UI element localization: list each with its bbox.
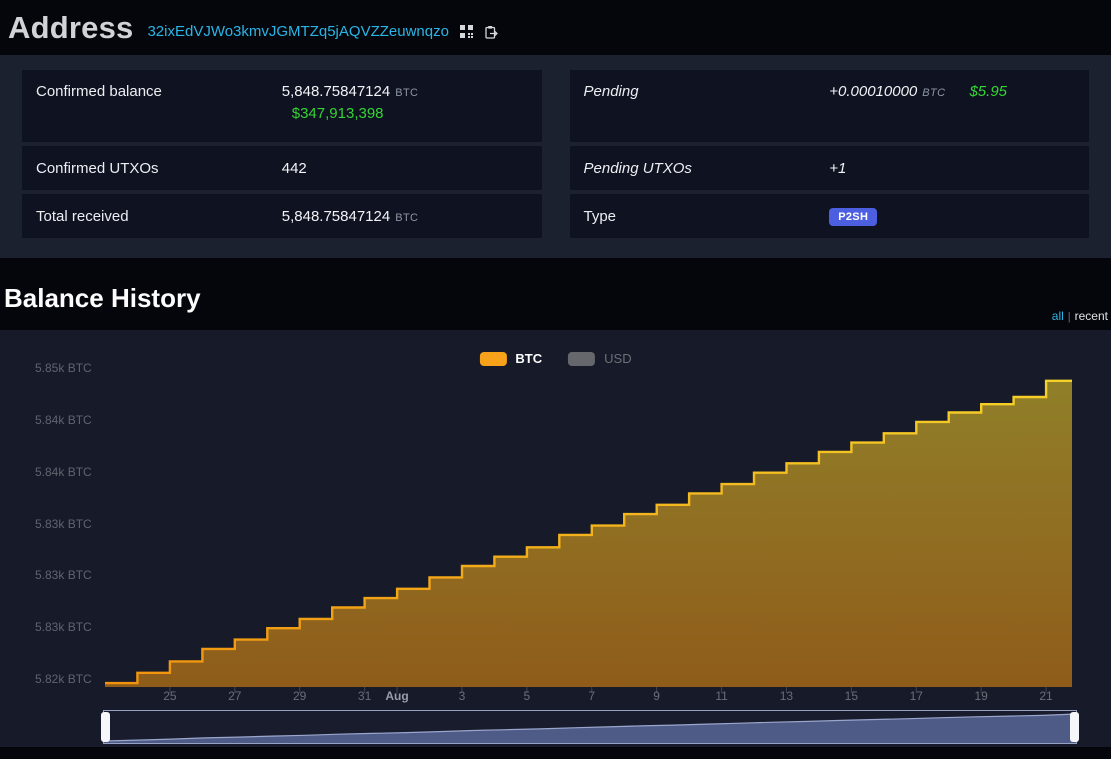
range-link-all[interactable]: all (1052, 309, 1064, 323)
row-value: +1 (829, 160, 1075, 177)
y-axis-label: 5.82k BTC (35, 672, 92, 686)
address-type-badge: P2SH (829, 208, 877, 226)
range-selector: all | recent (1052, 309, 1108, 323)
navigator-right-handle[interactable] (1070, 712, 1079, 742)
btc-unit: BTC (395, 212, 418, 224)
legend-swatch (479, 352, 506, 366)
y-axis-label: 5.83k BTC (35, 620, 92, 634)
row-value: 442 (282, 160, 528, 177)
usd-amount: $5.95 (969, 83, 1007, 100)
x-axis-label: 25 (163, 689, 176, 703)
usd-amount: $347,913,398 (282, 105, 528, 122)
table-row-pending-utxos: Pending UTXOs +1 (570, 146, 1090, 190)
row-label: Pending UTXOs (584, 160, 830, 177)
btc-amount: 5,848.75847124 (282, 83, 390, 100)
x-axis-label: 9 (653, 689, 660, 703)
table-row-pending: Pending +0.00010000 BTC $5.95 (570, 70, 1090, 142)
y-axis-label: 5.85k BTC (35, 361, 92, 375)
x-axis-label: 3 (459, 689, 466, 703)
table-row-confirmed-utxos: Confirmed UTXOs 442 (22, 146, 542, 190)
balance-area-chart[interactable] (0, 330, 1111, 747)
x-axis-label: 5 (524, 689, 531, 703)
row-label: Confirmed UTXOs (36, 160, 282, 177)
legend-swatch (568, 352, 595, 366)
table-row-confirmed-balance: Confirmed balance 5,848.75847124 BTC $347… (22, 70, 542, 142)
x-axis-label: 29 (293, 689, 306, 703)
y-axis-label: 5.83k BTC (35, 517, 92, 531)
btc-amount: 5,848.75847124 (282, 208, 390, 225)
x-axis-label: 19 (974, 689, 987, 703)
row-value: 5,848.75847124 BTC $347,913,398 (282, 83, 528, 122)
table-row-total-received: Total received 5,848.75847124 BTC (22, 194, 542, 238)
y-axis-label: 5.84k BTC (35, 413, 92, 427)
x-axis-label: 13 (780, 689, 793, 703)
legend-item-btc[interactable]: BTC (479, 351, 542, 366)
row-value: 5,848.75847124 BTC (282, 208, 528, 225)
legend-item-usd[interactable]: USD (568, 351, 631, 366)
btc-amount: +0.00010000 (829, 83, 917, 100)
section-title: Balance History (0, 258, 1111, 314)
x-axis-label: 11 (715, 689, 727, 703)
balance-history-header: Balance History all | recent (0, 258, 1111, 330)
navigator-left-handle[interactable] (101, 712, 110, 742)
address-overview: Confirmed balance 5,848.75847124 BTC $347… (0, 55, 1111, 258)
pending-table: Pending +0.00010000 BTC $5.95 Pending UTXO… (570, 70, 1090, 238)
utxo-count: +1 (829, 160, 846, 177)
row-label: Pending (584, 83, 830, 100)
range-link-separator: | (1068, 311, 1071, 323)
chart-zoom-navigator[interactable] (103, 710, 1077, 744)
address-block: 32ixEdVJWo3kmvJGMTZq5jAQVZZeuwnqzo (147, 23, 498, 40)
legend-label: USD (604, 351, 631, 366)
address-link[interactable]: 32ixEdVJWo3kmvJGMTZq5jAQVZZeuwnqzo (147, 23, 449, 40)
y-axis-label: 5.84k BTC (35, 465, 92, 479)
btc-unit: BTC (922, 87, 945, 99)
copy-clipboard-icon[interactable] (484, 25, 498, 39)
row-value: +0.00010000 BTC $5.95 (829, 83, 1075, 100)
x-axis-label: 31 (358, 689, 371, 703)
page-header: Address 32ixEdVJWo3kmvJGMTZq5jAQVZZeuwnq… (0, 0, 1111, 55)
confirmed-table: Confirmed balance 5,848.75847124 BTC $347… (22, 70, 542, 238)
row-label: Confirmed balance (36, 83, 282, 100)
row-value: P2SH (829, 207, 1075, 226)
x-axis-label: 17 (910, 689, 923, 703)
chart-legend: BTC USD (479, 351, 631, 366)
row-label: Total received (36, 208, 282, 225)
balance-history-chart: BTC USD 25 27 29 31 Aug 3 5 7 9 11 13 15 17 19 21 5.85k … (0, 330, 1111, 747)
x-axis-label: Aug (385, 689, 408, 703)
legend-label: BTC (515, 351, 542, 366)
y-axis-label: 5.83k BTC (35, 568, 92, 582)
table-row-type: Type P2SH (570, 194, 1090, 238)
btc-unit: BTC (395, 87, 418, 99)
qr-code-icon[interactable] (460, 25, 473, 38)
x-axis-label: 21 (1039, 689, 1052, 703)
page-title: Address (8, 10, 133, 46)
range-link-recent[interactable]: recent (1075, 309, 1108, 323)
row-label: Type (584, 208, 830, 225)
x-axis-label: 7 (588, 689, 595, 703)
x-axis-label: 15 (845, 689, 858, 703)
x-axis-label: 27 (228, 689, 241, 703)
utxo-count: 442 (282, 160, 307, 177)
